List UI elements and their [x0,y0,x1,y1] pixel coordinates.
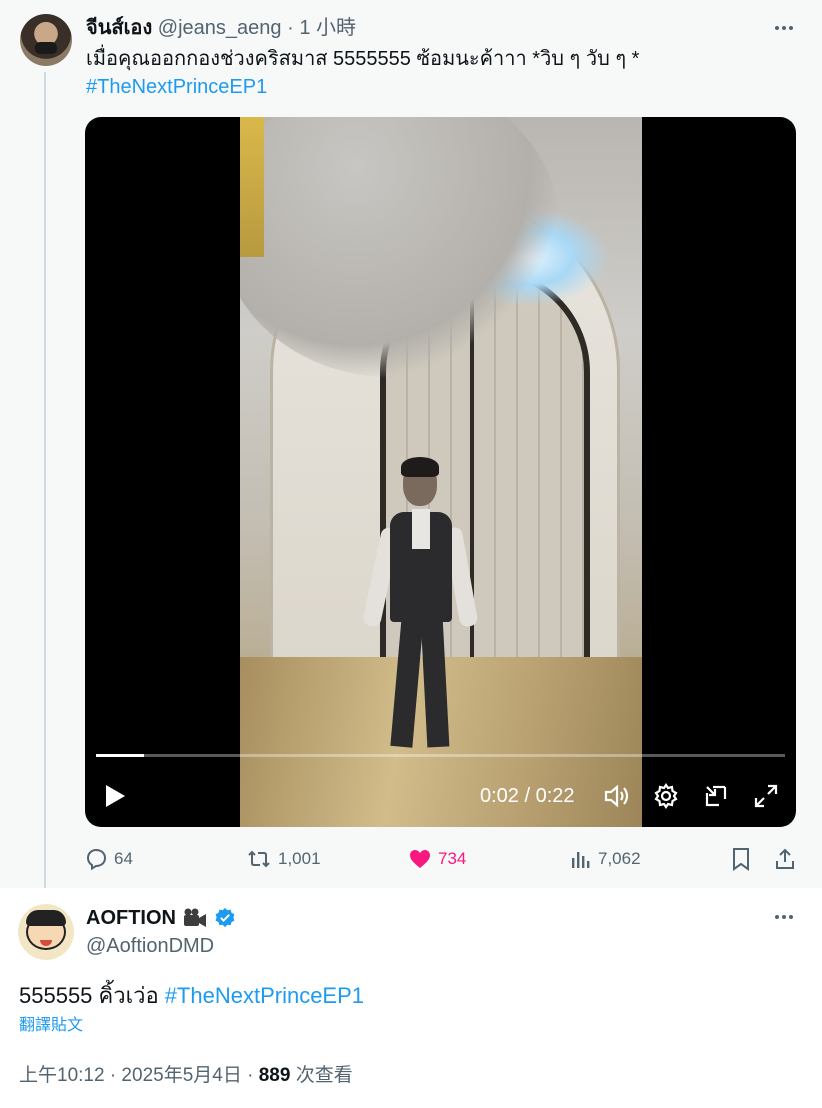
pip-button[interactable] [698,778,734,814]
share-icon [776,848,794,869]
thread-line [44,72,46,890]
tweet-timestamp[interactable]: 上午10:12 · 2025年5月4日 · [19,1065,259,1086]
heart-icon [410,850,430,868]
tweet-meta: 上午10:12 · 2025年5月4日 · 889 次查看 [19,1064,353,1088]
volume-button[interactable] [599,778,635,814]
tweet-text-body: 555555 คิ้วเว่อ [19,983,159,1008]
translate-link[interactable]: 翻譯貼文 [19,1016,83,1036]
play-button[interactable] [97,778,133,814]
share-button[interactable] [773,844,797,874]
retweet-count: 1,001 [278,849,321,868]
tweet-actions: 64 1,001 734 7,062 [84,844,804,874]
views-button[interactable]: 7,062 [570,844,641,874]
avatar[interactable] [18,904,74,960]
reply-tweet[interactable]: AOFTION @AoftionDMD 555555 คิ้วเว่อ #TheN… [0,888,822,1108]
fullscreen-button[interactable] [748,778,784,814]
hashtag-link[interactable]: #TheNextPrinceEP1 [165,983,364,1008]
author-name[interactable]: AOFTION [86,906,176,930]
bookmark-icon [733,848,749,871]
tweet-view-count: 889 [258,1065,291,1086]
author-handle[interactable]: @AoftionDMD [86,934,214,958]
tweet-text: 555555 คิ้วเว่อ #TheNextPrinceEP1 [19,982,364,1010]
more-icon [775,26,779,30]
like-button[interactable]: 734 [408,844,466,874]
reply-count: 64 [114,849,133,868]
retweet-icon [248,850,270,868]
tweet-header: จีนส์เอง @jeans_aeng · 1 小時 [86,16,356,40]
gear-icon [654,783,678,809]
video-time: 0:02 / 0:22 [480,785,575,807]
separator: · [287,17,294,39]
more-icon [775,915,779,919]
tweet-time[interactable]: 1 小時 [299,17,356,39]
bookmark-button[interactable] [730,844,752,874]
picture-in-picture-icon [705,785,727,807]
retweet-button[interactable]: 1,001 [246,844,321,874]
more-options-button[interactable] [771,15,797,41]
author-handle[interactable]: @jeans_aeng [158,17,282,39]
tweet-text: เมื่อคุณออกกองช่วงคริสมาส 5555555 ซ้อมนะ… [86,48,640,70]
video-progress-bar[interactable] [96,754,785,757]
bar-chart-icon [572,852,590,868]
video-progress-fill [96,754,145,757]
verified-badge-icon [215,908,235,927]
tweet-view-label: 次查看 [290,1065,353,1086]
author-name-row: AOFTION [86,906,236,930]
video-player[interactable]: 0:02 / 0:22 [85,117,796,827]
fullscreen-icon [754,784,778,808]
parent-tweet[interactable]: จีนส์เอง @jeans_aeng · 1 小時 เมื่อคุณออกก… [0,0,822,890]
movie-camera-icon [184,908,206,927]
avatar[interactable] [20,14,72,66]
hashtag-link[interactable]: #TheNextPrinceEP1 [86,74,267,100]
author-name[interactable]: จีนส์เอง [86,17,152,39]
reply-icon [86,848,107,871]
like-count: 734 [438,849,467,868]
view-count: 7,062 [598,849,641,868]
play-icon [106,785,125,807]
more-options-button[interactable] [771,904,797,930]
reply-button[interactable]: 64 [84,844,133,874]
volume-icon [604,784,629,808]
settings-button[interactable] [648,778,684,814]
video-frame [240,117,642,827]
